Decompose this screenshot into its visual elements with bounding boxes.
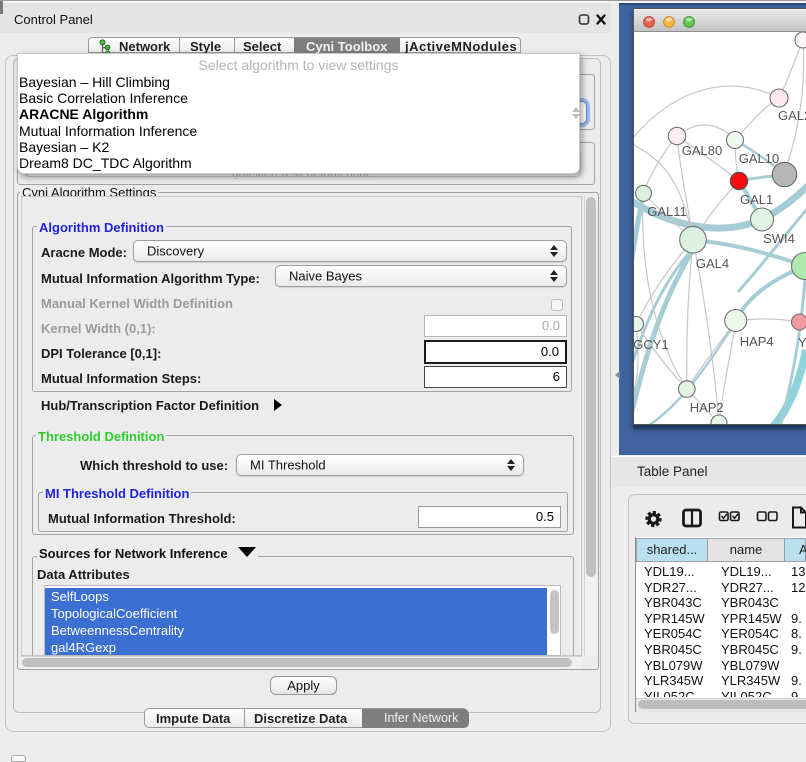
svg-text:GCY1: GCY1 [634,337,669,352]
svg-text:HAP2: HAP2 [690,400,724,415]
svg-text:Y: Y [798,335,806,350]
svg-text:GAL4: GAL4 [696,256,729,271]
svg-text:GAL10: GAL10 [739,151,779,166]
svg-text:HAP4: HAP4 [740,334,774,349]
svg-text:GAL1: GAL1 [740,192,773,207]
svg-text:GAL11: GAL11 [647,204,687,219]
svg-text:SWI4: SWI4 [763,231,795,246]
svg-text:GAL80: GAL80 [682,143,722,158]
svg-text:GAL2: GAL2 [778,108,806,123]
